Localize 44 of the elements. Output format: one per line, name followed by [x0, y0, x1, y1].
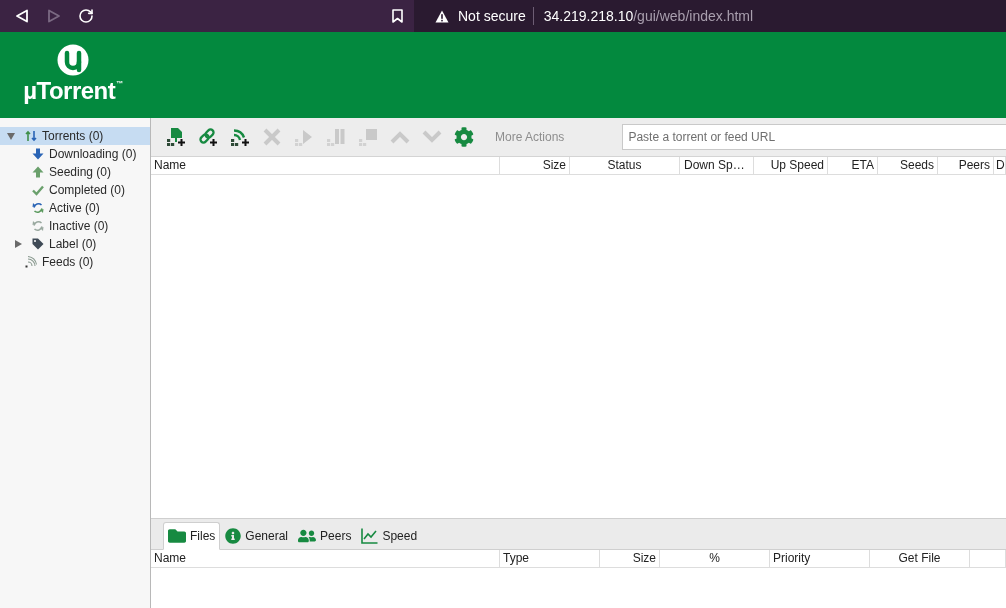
check-icon: [32, 184, 44, 196]
arrow-down-icon: [32, 148, 44, 160]
triangle-right-icon: [47, 9, 61, 23]
users-icon: [298, 527, 317, 545]
info-icon: [225, 528, 242, 544]
arrows-up-down-icon: [25, 130, 37, 142]
reload-icon: [78, 8, 94, 24]
sidebar-item[interactable]: Downloading (0): [0, 145, 150, 163]
url-text[interactable]: 34.219.218.10/gui/web/index.html: [543, 5, 754, 27]
bookmark-icon[interactable]: [392, 9, 403, 23]
security-label[interactable]: Not secure: [458, 5, 526, 27]
triangle-right-icon[interactable]: [14, 240, 22, 248]
warning-icon: [435, 9, 449, 23]
sidebar-item[interactable]: Label (0): [0, 235, 150, 253]
stop-icon: [358, 127, 378, 147]
sidebar-item[interactable]: Completed (0): [0, 181, 150, 199]
arrow-up-icon: [32, 166, 44, 178]
tab[interactable]: Files: [163, 522, 221, 550]
url-input[interactable]: Paste a torrent or feed URL: [622, 124, 1006, 150]
sidebar-item[interactable]: Inactive (0): [0, 217, 150, 235]
tab[interactable]: Peers: [293, 522, 357, 550]
line-chart-icon: [361, 528, 379, 544]
sidebar-item[interactable]: Active (0): [0, 199, 150, 217]
sidebar-item[interactable]: Seeding (0): [0, 163, 150, 181]
circular-arrows-icon: [32, 202, 44, 214]
page-plus-icon: [166, 127, 186, 147]
folder-icon: [168, 527, 186, 545]
tab[interactable]: General: [220, 522, 294, 550]
sidebar-item[interactable]: Torrents (0): [0, 127, 150, 145]
rss-icon: [25, 256, 37, 268]
triangle-left-icon: [15, 9, 29, 23]
triangle-down-icon[interactable]: [7, 132, 15, 140]
gear-icon: [454, 127, 474, 147]
tab[interactable]: Speed: [356, 522, 423, 550]
tag-icon: [32, 238, 44, 250]
cross-icon: [262, 127, 282, 147]
chain-plus-icon: [198, 127, 218, 147]
rss-plus-icon: [230, 127, 250, 147]
pause-icon: [326, 127, 346, 147]
logo-icon: [57, 44, 89, 76]
circular-arrows-icon: [32, 220, 44, 232]
play-icon: [294, 127, 314, 147]
sidebar-item[interactable]: Feeds (0): [0, 253, 150, 271]
address-bar[interactable]: Not secure 34.219.218.10/gui/web/index.html: [414, 0, 1006, 32]
